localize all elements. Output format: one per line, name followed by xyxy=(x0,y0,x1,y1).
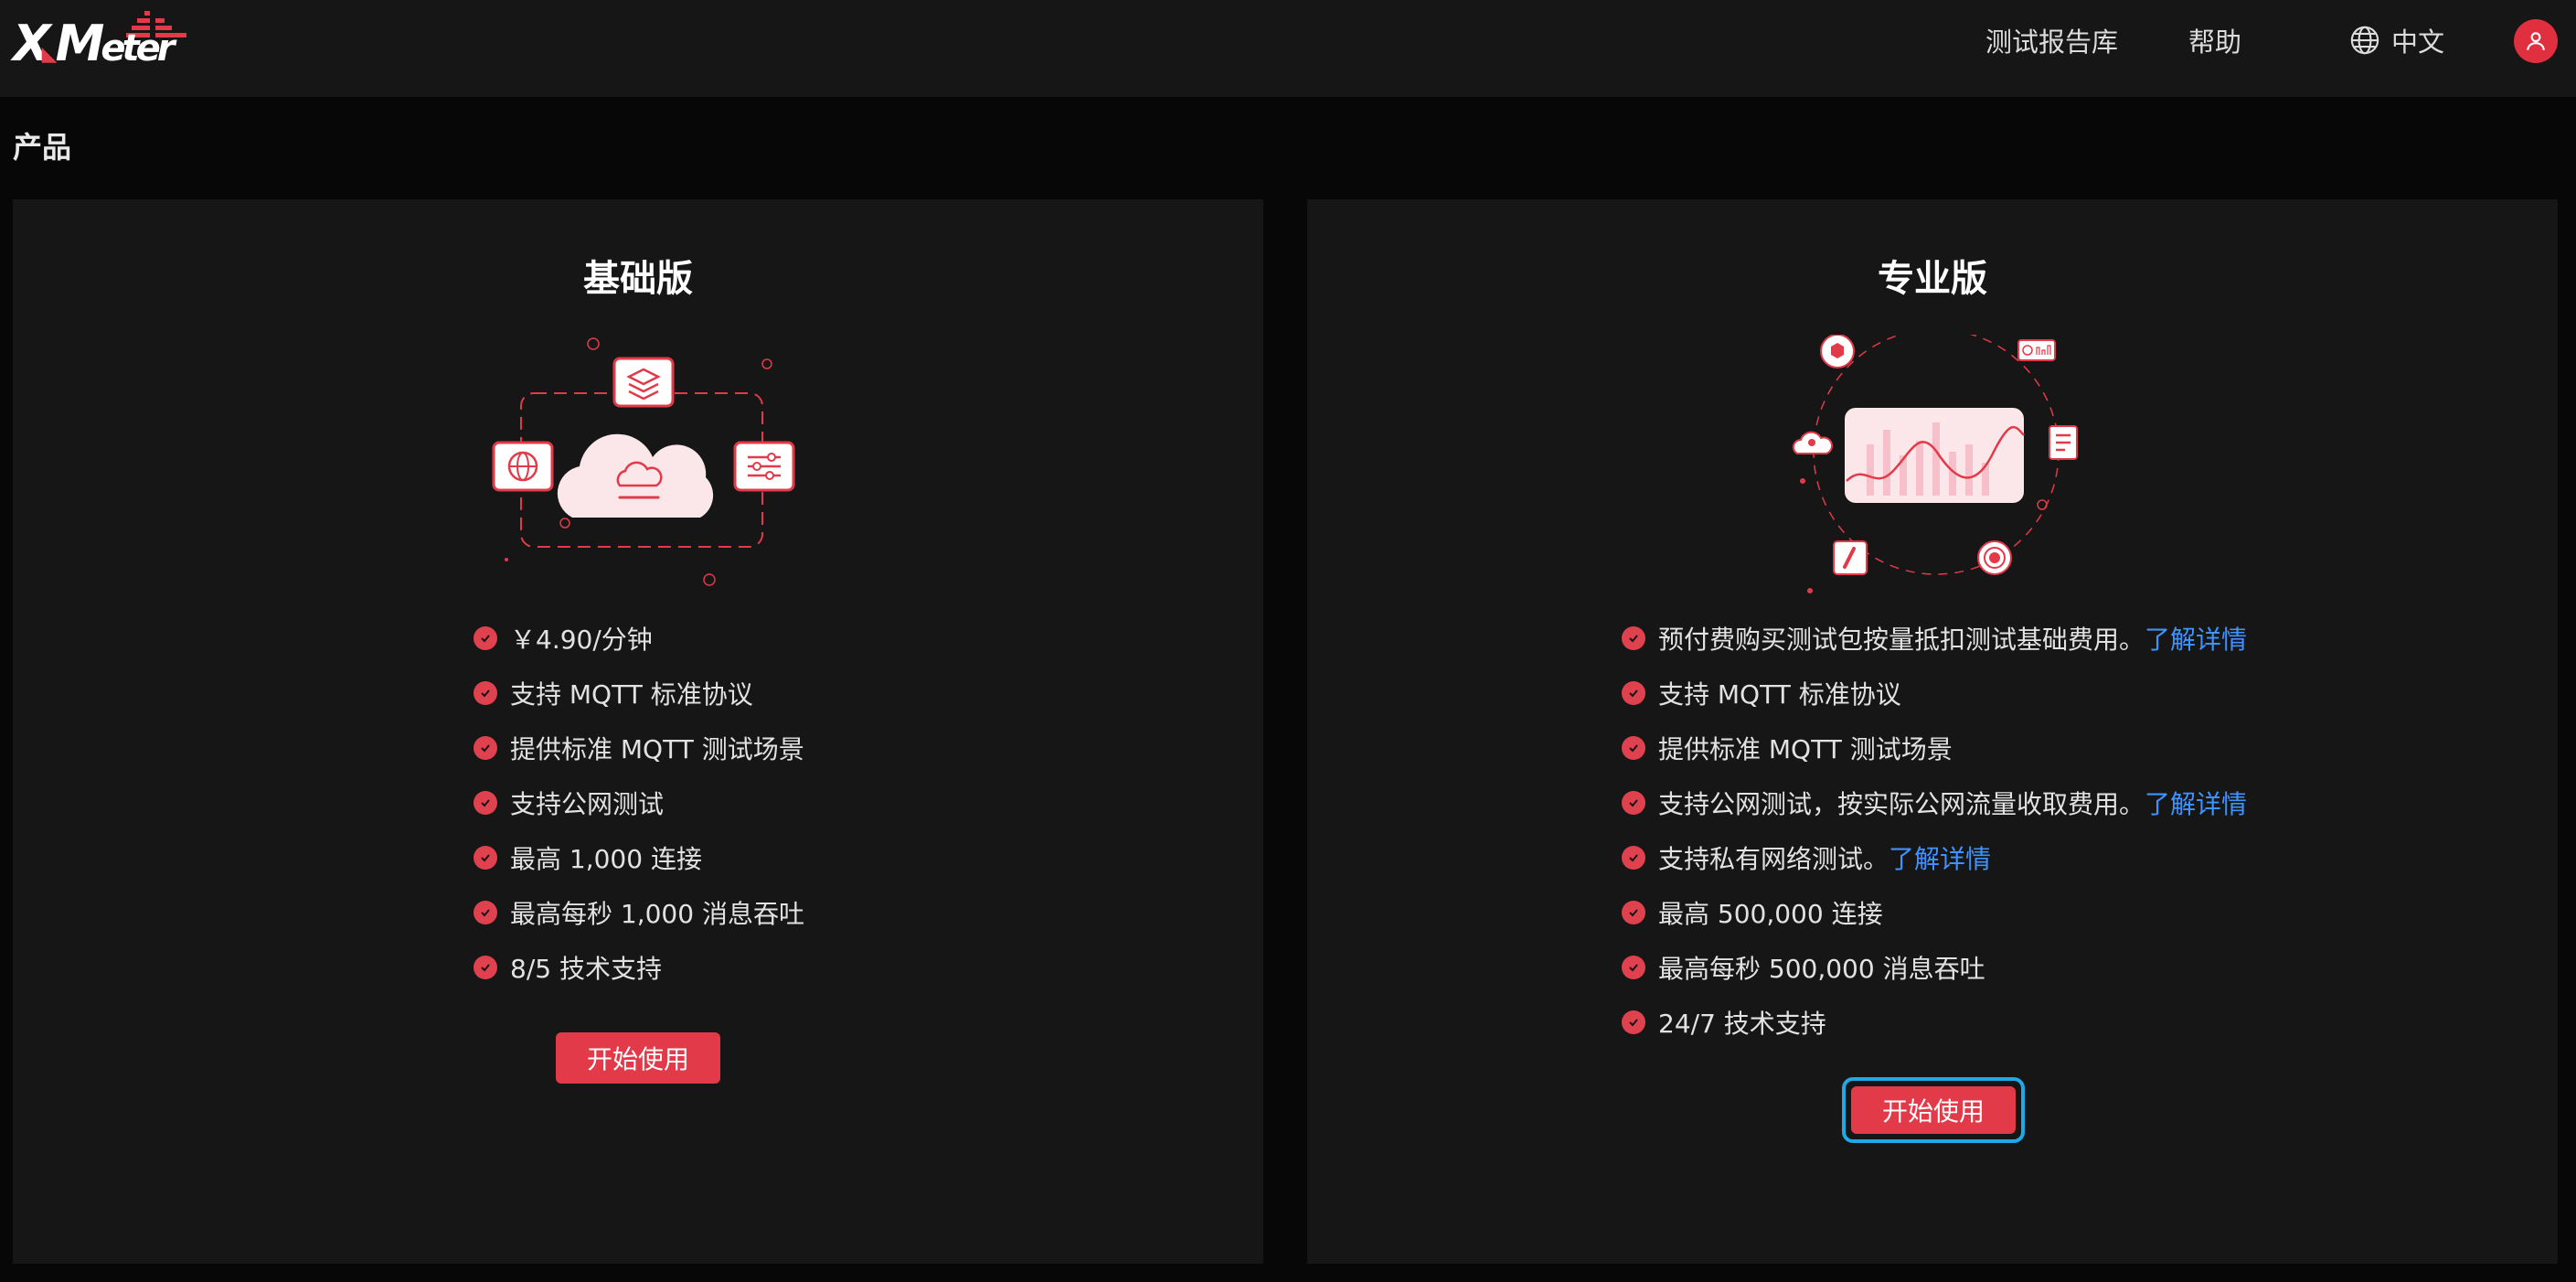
check-circle-icon xyxy=(474,901,497,924)
list-item: 最高每秒 500,000 消息吞吐 xyxy=(1622,940,2247,995)
list-item: 预付费购买测试包按量抵扣测试基础费用。 了解详情 xyxy=(1622,611,2247,666)
feature-list-basic: ￥4.90/分钟 支持 MQTT 标准协议 提供标准 MQTT 测试场景 支持公… xyxy=(474,611,804,995)
feature-text: 支持公网测试，按实际公网流量收取费用。 xyxy=(1658,789,2145,819)
check-circle-icon xyxy=(474,736,497,760)
feature-text: 8/5 技术支持 xyxy=(510,954,662,984)
check-circle-icon xyxy=(474,791,497,815)
feature-list-pro: 预付费购买测试包按量抵扣测试基础费用。 了解详情 支持 MQTT 标准协议 提供标… xyxy=(1622,611,2247,1050)
feature-text: 预付费购买测试包按量抵扣测试基础费用。 xyxy=(1658,625,2145,655)
check-circle-icon xyxy=(1622,626,1645,650)
list-item: 最高每秒 1,000 消息吞吐 xyxy=(474,885,804,940)
box-icon xyxy=(1820,335,1855,369)
list-item: 支持私有网络测试。 了解详情 xyxy=(1622,830,2247,885)
list-item: ￥4.90/分钟 xyxy=(474,611,804,666)
check-circle-icon xyxy=(1622,846,1645,870)
learn-more-link[interactable]: 了解详情 xyxy=(1889,839,1991,876)
feature-text: 最高每秒 1,000 消息吞吐 xyxy=(510,899,804,929)
dashboard-icon xyxy=(2017,339,2056,361)
nav-help[interactable]: 帮助 xyxy=(2188,0,2241,80)
learn-more-link[interactable]: 了解详情 xyxy=(2145,620,2247,657)
check-circle-icon xyxy=(1622,791,1645,815)
list-item: 支持公网测试，按实际公网流量收取费用。 了解详情 xyxy=(1622,775,2247,830)
learn-more-link[interactable]: 了解详情 xyxy=(2145,785,2247,821)
check-circle-icon xyxy=(1622,901,1645,924)
check-circle-icon xyxy=(1622,736,1645,760)
cloud-icon xyxy=(557,433,714,518)
feature-text: 最高每秒 500,000 消息吞吐 xyxy=(1658,954,1985,984)
plan-card-basic: 基础版 ￥4.90/分钟 支持 MQTT 标准协议 提供标准 MQTT 测试场景… xyxy=(13,199,1263,1264)
pen-icon xyxy=(1833,540,1868,575)
globe-icon xyxy=(2350,26,2379,55)
check-circle-icon xyxy=(474,956,497,979)
check-circle-icon xyxy=(1622,681,1645,705)
logo-text: X◣Meter xyxy=(13,15,175,72)
page-title: 产品 xyxy=(13,130,72,165)
check-circle-icon xyxy=(474,681,497,705)
list-item: 最高 1,000 连接 xyxy=(474,830,804,885)
user-avatar[interactable] xyxy=(2514,19,2558,63)
feature-text: 提供标准 MQTT 测试场景 xyxy=(510,734,804,764)
list-item: 支持 MQTT 标准协议 xyxy=(1622,666,2247,721)
feature-text: 支持 MQTT 标准协议 xyxy=(1658,679,1901,710)
cloud-user-icon xyxy=(1792,431,1833,454)
list-item: 支持公网测试 xyxy=(474,775,804,830)
nav-test-reports[interactable]: 测试报告库 xyxy=(1985,0,2118,80)
list-item: 提供标准 MQTT 测试场景 xyxy=(1622,721,2247,775)
start-button-pro[interactable]: 开始使用 xyxy=(1851,1086,2016,1134)
check-circle-icon xyxy=(474,626,497,650)
document-icon xyxy=(2049,425,2078,460)
check-circle-icon xyxy=(1622,956,1645,979)
list-item: 24/7 技术支持 xyxy=(1622,995,2247,1050)
nav-test-reports-label: 测试报告库 xyxy=(1985,27,2119,58)
check-circle-icon xyxy=(1622,1010,1645,1034)
user-icon xyxy=(2527,32,2545,50)
feature-text: 最高 500,000 连接 xyxy=(1658,899,1883,929)
plan-title-basic: 基础版 xyxy=(583,258,693,300)
pro-illustration xyxy=(1792,335,2078,593)
globe-icon xyxy=(492,441,554,492)
list-item: 最高 500,000 连接 xyxy=(1622,885,2247,940)
list-item: 提供标准 MQTT 测试场景 xyxy=(474,721,804,775)
feature-text: 提供标准 MQTT 测试场景 xyxy=(1658,734,1953,764)
check-circle-icon xyxy=(474,846,497,870)
language-label: 中文 xyxy=(2391,27,2445,58)
xmeter-logo[interactable]: X◣Meter xyxy=(13,11,186,72)
signal-icon xyxy=(1977,540,2012,575)
start-button-pro-focus-ring: 开始使用 xyxy=(1842,1077,2025,1143)
feature-text: 支持公网测试 xyxy=(510,789,665,819)
plan-title-pro: 专业版 xyxy=(1878,258,1987,300)
feature-text: 最高 1,000 连接 xyxy=(510,844,702,874)
language-switcher[interactable]: 中文 xyxy=(2349,0,2444,80)
start-button-basic[interactable]: 开始使用 xyxy=(556,1032,720,1084)
feature-text: 支持私有网络测试。 xyxy=(1658,844,1889,874)
feature-text: ￥4.90/分钟 xyxy=(510,625,653,655)
sliders-icon xyxy=(733,441,795,492)
list-item: 8/5 技术支持 xyxy=(474,940,804,995)
nav-help-label: 帮助 xyxy=(2188,27,2242,58)
feature-text: 24/7 技术支持 xyxy=(1658,1009,1826,1039)
feature-text: 支持 MQTT 标准协议 xyxy=(510,679,753,710)
layers-icon xyxy=(612,357,675,408)
chart-icon xyxy=(1845,408,2025,503)
plan-card-pro: 专业版 预付费购买测试包按量抵扣测试基础费用。 了解详情 支持 MQTT 标准协议… xyxy=(1307,199,2558,1264)
basic-illustration xyxy=(492,337,795,586)
list-item: 支持 MQTT 标准协议 xyxy=(474,666,804,721)
top-header: X◣Meter 测试报告库 帮助 中文 xyxy=(0,0,2576,97)
